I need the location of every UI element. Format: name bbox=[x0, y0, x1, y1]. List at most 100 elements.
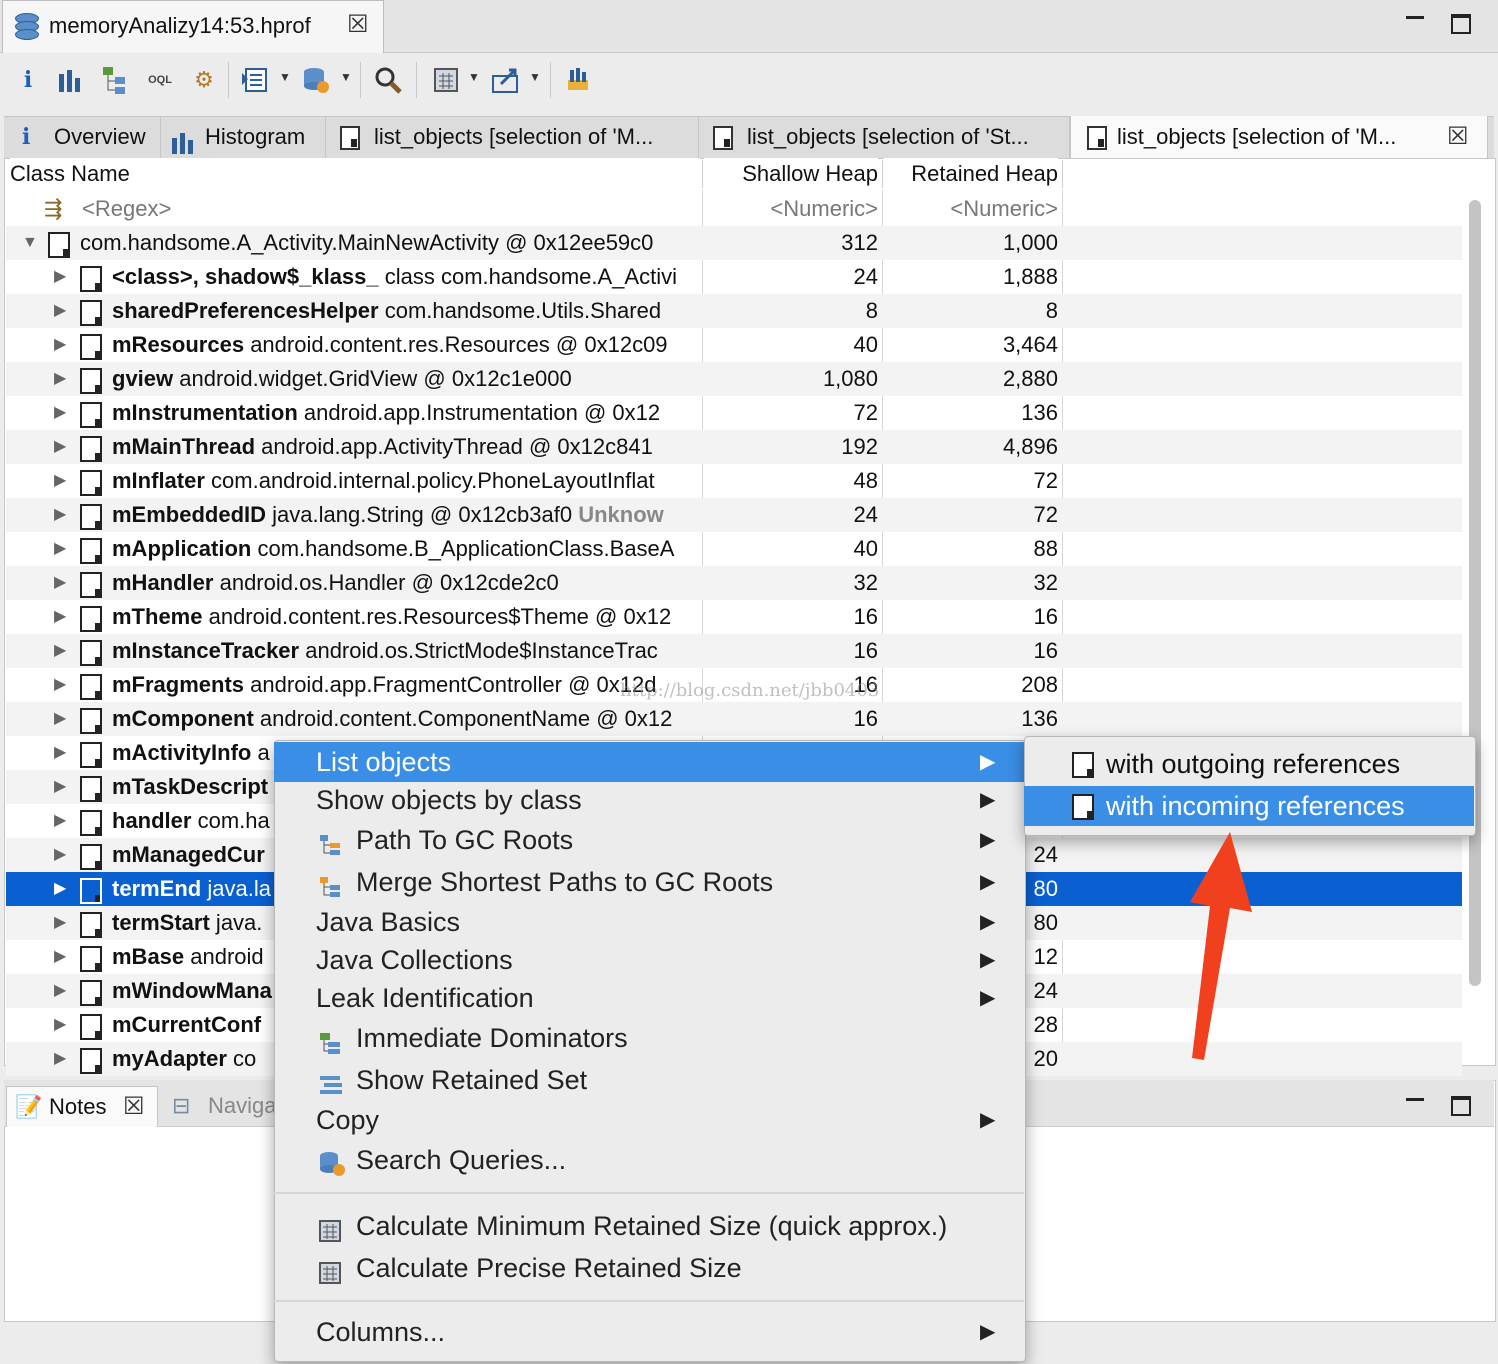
calculator-icon bbox=[318, 1214, 344, 1242]
chevron-right-icon[interactable]: ▶ bbox=[54, 600, 66, 634]
menu-item-java-collections[interactable]: Java Collections ▶ bbox=[274, 940, 1024, 980]
field-name: mTaskDescript bbox=[112, 774, 269, 799]
menu-item-java-basics[interactable]: Java Basics ▶ bbox=[274, 902, 1024, 942]
table-row[interactable]: ▶ sharedPreferencesHelper com.handsome.Ut… bbox=[6, 294, 1462, 328]
close-icon[interactable]: ☒ bbox=[123, 1095, 145, 1119]
chevron-right-icon[interactable]: ▶ bbox=[54, 838, 66, 872]
chevron-right-icon[interactable]: ▶ bbox=[54, 872, 66, 906]
chevron-right-icon[interactable]: ▶ bbox=[54, 464, 66, 498]
tab-list-objects-2[interactable]: list_objects [selection of 'St... bbox=[699, 116, 1070, 158]
menu-item-calculate-precise-retained-size[interactable]: Calculate Precise Retained Size bbox=[274, 1248, 1024, 1288]
group-icon[interactable] bbox=[560, 62, 596, 98]
table-row[interactable]: ▶ mResources android.content.res.Resource… bbox=[6, 328, 1462, 362]
menu-item-merge-shortest-paths-to-gc-roots[interactable]: Merge Shortest Paths to GC Roots ▶ bbox=[274, 862, 1024, 902]
chevron-right-icon[interactable]: ▶ bbox=[54, 668, 66, 702]
chevron-down-icon[interactable]: ▼ bbox=[529, 70, 541, 84]
menu-item-copy[interactable]: Copy ▶ bbox=[274, 1100, 1024, 1140]
table-row[interactable]: ▶ mApplication com.handsome.B_Application… bbox=[6, 532, 1462, 566]
search-icon[interactable] bbox=[370, 62, 406, 98]
histogram-icon[interactable] bbox=[52, 62, 88, 98]
tab-list-objects-3[interactable]: list_objects [selection of 'M... ☒ bbox=[1070, 116, 1488, 158]
chevron-right-icon[interactable]: ▶ bbox=[54, 634, 66, 668]
table-row-root[interactable]: ▼ com.handsome.A_Activity.MainNewActivit… bbox=[6, 226, 1462, 260]
oql-icon[interactable]: OQL bbox=[142, 62, 178, 98]
chevron-right-icon[interactable]: ▶ bbox=[54, 906, 66, 940]
maximize-icon[interactable] bbox=[1451, 1096, 1471, 1116]
tab-list-objects-1[interactable]: list_objects [selection of 'M... bbox=[326, 116, 699, 158]
query-browser-icon[interactable] bbox=[238, 62, 274, 98]
chevron-right-icon: ▶ bbox=[980, 1109, 996, 1131]
chevron-right-icon[interactable]: ▶ bbox=[54, 702, 66, 736]
regex-filter-input[interactable]: <Regex> bbox=[82, 192, 171, 226]
chevron-right-icon[interactable]: ▶ bbox=[54, 260, 66, 294]
menu-item-show-retained-set[interactable]: Show Retained Set bbox=[274, 1060, 1024, 1100]
tab-overview[interactable]: i Overview bbox=[6, 116, 161, 158]
chevron-right-icon[interactable]: ▶ bbox=[54, 566, 66, 600]
chevron-down-icon[interactable]: ▼ bbox=[22, 226, 38, 260]
calculator-icon[interactable] bbox=[428, 62, 464, 98]
menu-item-leak-identification[interactable]: Leak Identification ▶ bbox=[274, 978, 1024, 1018]
chevron-right-icon[interactable]: ▶ bbox=[54, 974, 66, 1008]
menu-item-calculate-minimum-retained-size-quick-approx[interactable]: Calculate Minimum Retained Size (quick a… bbox=[274, 1206, 1024, 1246]
table-row[interactable]: ▶ mInflater com.android.internal.policy.P… bbox=[6, 464, 1462, 498]
chevron-right-icon[interactable]: ▶ bbox=[54, 770, 66, 804]
chevron-right-icon[interactable]: ▶ bbox=[54, 294, 66, 328]
table-row[interactable]: ▶ gview android.widget.GridView @ 0x12c1e… bbox=[6, 362, 1462, 396]
calculator-icon bbox=[318, 1256, 344, 1284]
menu-item-search-queries[interactable]: Search Queries... bbox=[274, 1140, 1024, 1180]
shallow-filter-input[interactable]: <Numeric> bbox=[702, 192, 878, 226]
menu-item-incoming-references[interactable]: with incoming references bbox=[1024, 786, 1474, 826]
table-row[interactable]: ▶ mComponent android.content.ComponentNam… bbox=[6, 702, 1462, 736]
column-header-shallow-heap[interactable]: Shallow Heap bbox=[704, 158, 878, 190]
chevron-right-icon[interactable]: ▶ bbox=[54, 1008, 66, 1042]
chevron-right-icon[interactable]: ▶ bbox=[54, 362, 66, 396]
close-icon[interactable]: ☒ bbox=[1447, 125, 1469, 149]
menu-item-outgoing-references[interactable]: with outgoing references bbox=[1024, 744, 1474, 784]
export-icon[interactable] bbox=[488, 62, 524, 98]
table-row[interactable]: ▶ mTheme android.content.res.Resources$Th… bbox=[6, 600, 1462, 634]
chevron-down-icon[interactable]: ▼ bbox=[340, 70, 352, 84]
close-icon[interactable]: ☒ bbox=[347, 13, 369, 37]
chevron-down-icon[interactable]: ▼ bbox=[468, 70, 480, 84]
table-row[interactable]: ▶ mInstanceTracker android.os.StrictMode$… bbox=[6, 634, 1462, 668]
menu-item-show-objects-by-class[interactable]: Show objects by class ▶ bbox=[274, 780, 1024, 820]
info-icon[interactable]: i bbox=[10, 62, 46, 98]
retained-filter-input[interactable]: <Numeric> bbox=[882, 192, 1058, 226]
column-header-retained-heap[interactable]: Retained Heap bbox=[884, 158, 1058, 190]
thread-overview-icon[interactable]: ⚙ bbox=[186, 62, 222, 98]
tab-notes[interactable]: 📝 Notes ☒ bbox=[6, 1086, 158, 1127]
chevron-right-icon[interactable]: ▶ bbox=[54, 532, 66, 566]
scroll-thumb[interactable] bbox=[1469, 200, 1481, 986]
object-ref: java.lang.String @ 0x12cb3af0 bbox=[266, 502, 579, 527]
menu-item-immediate-dominators[interactable]: Immediate Dominators bbox=[274, 1018, 1024, 1058]
column-header-class-name[interactable]: Class Name bbox=[10, 158, 700, 190]
heap-dump-overview-icon[interactable] bbox=[298, 62, 334, 98]
table-row[interactable]: ▶ mInstrumentation android.app.Instrument… bbox=[6, 396, 1462, 430]
chevron-right-icon[interactable]: ▶ bbox=[54, 396, 66, 430]
chevron-right-icon[interactable]: ▶ bbox=[54, 430, 66, 464]
table-row[interactable]: ▶ mHandler android.os.Handler @ 0x12cde2c… bbox=[6, 566, 1462, 600]
chevron-right-icon[interactable]: ▶ bbox=[54, 736, 66, 770]
tab-navigation[interactable]: ⊟ Naviga bbox=[166, 1086, 276, 1126]
chevron-right-icon[interactable]: ▶ bbox=[54, 1042, 66, 1076]
minimize-icon[interactable] bbox=[1406, 1098, 1424, 1101]
menu-item-columns[interactable]: Columns... ▶ bbox=[274, 1312, 1024, 1352]
dominator-tree-icon[interactable] bbox=[98, 62, 134, 98]
class-name: mHandler android.os.Handler @ 0x12cde2c0 bbox=[112, 566, 702, 600]
menu-item-list-objects[interactable]: List objects ▶ bbox=[274, 742, 1024, 782]
chevron-right-icon[interactable]: ▶ bbox=[54, 328, 66, 362]
chevron-right-icon[interactable]: ▶ bbox=[54, 940, 66, 974]
tab-histogram[interactable]: Histogram bbox=[161, 116, 326, 158]
minimize-icon[interactable] bbox=[1406, 16, 1424, 19]
chevron-right-icon[interactable]: ▶ bbox=[54, 804, 66, 838]
field-name: mComponent bbox=[112, 706, 254, 731]
editor-tab[interactable]: memoryAnalizy14:53.hprof ☒ bbox=[2, 0, 384, 53]
chevron-right-icon[interactable]: ▶ bbox=[54, 498, 66, 532]
maximize-icon[interactable] bbox=[1451, 14, 1471, 34]
menu-item-path-to-gc-roots[interactable]: Path To GC Roots ▶ bbox=[274, 820, 1024, 860]
table-row[interactable]: ▶ mEmbeddedID java.lang.String @ 0x12cb3a… bbox=[6, 498, 1462, 532]
table-row[interactable]: ▶ mMainThread android.app.ActivityThread … bbox=[6, 430, 1462, 464]
retained-heap: 8 bbox=[1045, 298, 1058, 323]
table-row[interactable]: ▶ <class>, shadow$_klass_ class com.hands… bbox=[6, 260, 1462, 294]
chevron-down-icon[interactable]: ▼ bbox=[279, 70, 291, 84]
